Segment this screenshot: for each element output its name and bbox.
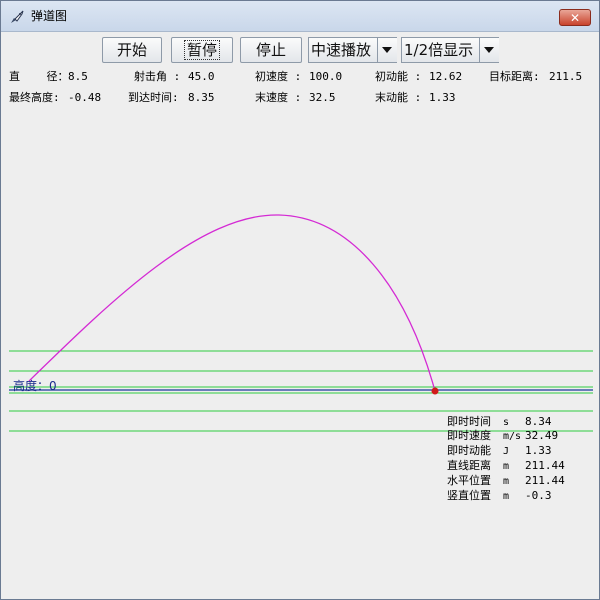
projectile-marker xyxy=(431,387,439,395)
readout-value: -0.3 xyxy=(525,489,552,502)
readout-row: 竖直位置 m -0.3 xyxy=(433,475,552,518)
height-readout: 高度：0 xyxy=(13,377,57,394)
trajectory-curve xyxy=(28,214,436,392)
readout-label: 竖直位置 xyxy=(447,489,491,502)
height-value: 0 xyxy=(49,379,57,393)
app-window: 弹道图 ✕ 开始 暂停 停止 中速播放 1/2倍显示 直 径： 8.5 射击角 … xyxy=(0,0,600,600)
height-label: 高度： xyxy=(13,379,50,393)
readout-unit: m xyxy=(503,491,510,502)
